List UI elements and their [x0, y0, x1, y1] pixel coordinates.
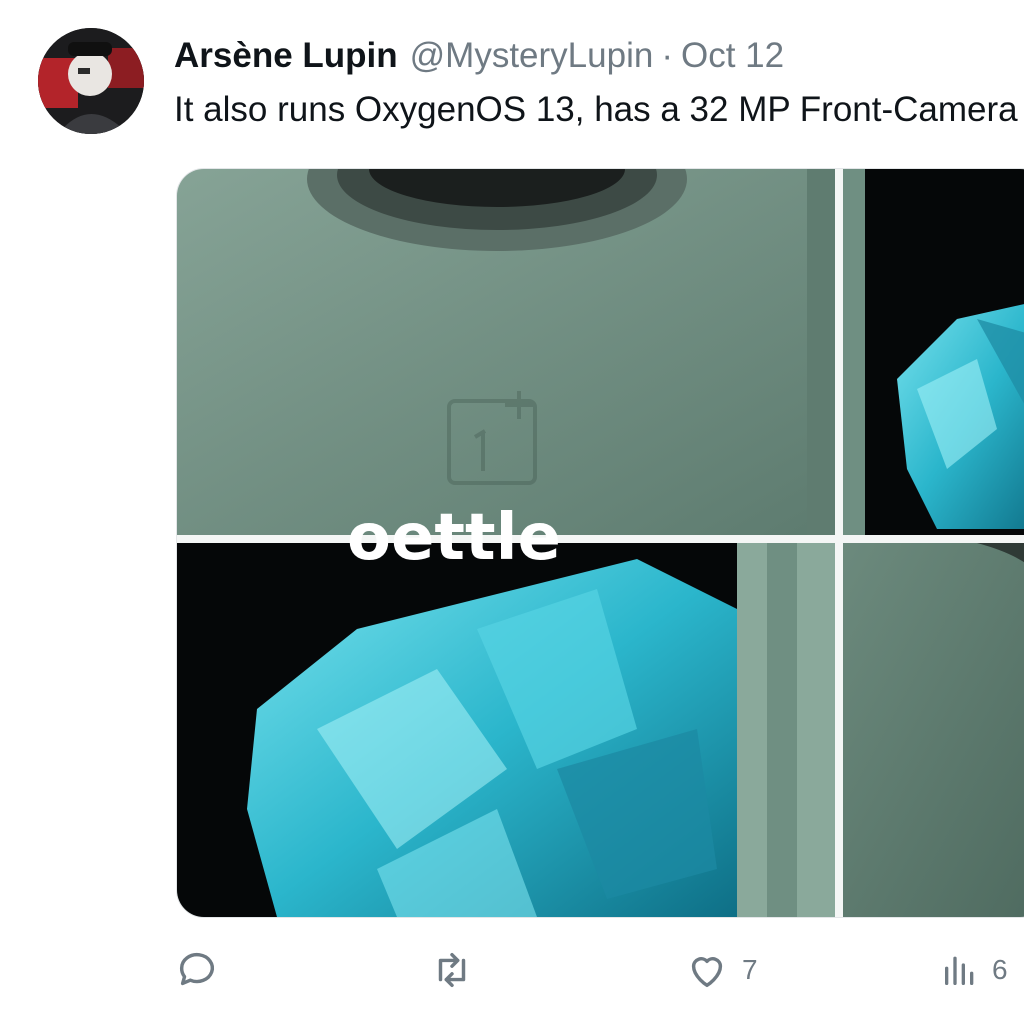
views-icon: [945, 956, 974, 985]
media-partial-text: oettle: [347, 501, 561, 575]
reply-icon: [179, 952, 215, 986]
retweet-icon: [438, 952, 466, 988]
reply-button[interactable]: [174, 945, 232, 995]
image-screen-crystals-top[interactable]: [843, 169, 1024, 537]
image-screen-crystals-bottom[interactable]: oettle: [177, 501, 835, 917]
image-phone-back[interactable]: [177, 169, 835, 537]
author-avatar[interactable]: [38, 28, 144, 134]
retweet-button[interactable]: [428, 945, 488, 995]
like-button[interactable]: 7: [684, 945, 758, 995]
author-name[interactable]: Arsène Lupin: [174, 36, 398, 76]
tweet-media-grid[interactable]: oettle: [176, 168, 1024, 918]
tweet-text: It also runs OxygenOS 13, has a 32 MP Fr…: [174, 90, 1018, 129]
heart-icon: [691, 957, 723, 988]
like-count: 7: [742, 954, 758, 985]
media-images: oettle: [177, 169, 1024, 917]
author-handle[interactable]: @MysteryLupin: [410, 36, 654, 76]
tweet-date[interactable]: Oct 12: [681, 36, 784, 76]
tweet-actions: 7 6: [0, 935, 1024, 1005]
views-count: 6: [992, 954, 1008, 985]
header-separator: ·: [661, 36, 673, 75]
avatar-image: [38, 28, 144, 134]
tweet-header: Arsène Lupin @MysteryLupin · Oct 12: [174, 34, 784, 78]
views-button[interactable]: 6: [940, 945, 1008, 995]
image-phone-side[interactable]: [843, 543, 1024, 917]
